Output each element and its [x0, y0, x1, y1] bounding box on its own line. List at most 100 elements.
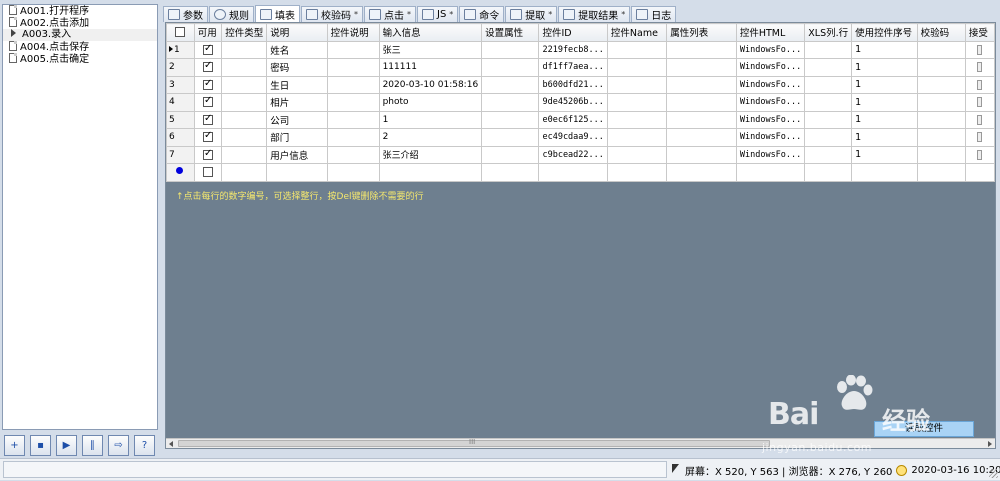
empty-cell[interactable]	[735, 163, 806, 182]
cell-seq[interactable]: 1	[851, 40, 918, 59]
read-controls-button[interactable]: 读取控件	[874, 421, 974, 437]
row-number[interactable]: 2	[166, 58, 195, 77]
cell-html[interactable]: WindowsFo...	[735, 128, 806, 147]
cell-input[interactable]: 111111	[378, 58, 483, 77]
cell-id[interactable]: b600dfd21...	[538, 75, 608, 94]
table-row[interactable]: 7 用户信息 张三介绍 c9bcead22... WindowsFo... 1	[166, 145, 995, 164]
cell-xls[interactable]	[804, 110, 853, 129]
cell-name[interactable]	[606, 40, 668, 59]
empty-cell[interactable]	[804, 163, 853, 182]
cell-name[interactable]	[606, 128, 668, 147]
row-number[interactable]: 6	[166, 128, 195, 147]
cell-code[interactable]	[916, 75, 966, 94]
cell-attr[interactable]	[481, 75, 540, 94]
cell-props[interactable]	[666, 110, 737, 129]
tab-check[interactable]: 校验码 *	[301, 6, 363, 22]
cell-name[interactable]	[606, 110, 668, 129]
tab-gear[interactable]: 规则	[209, 6, 254, 22]
cell-attr[interactable]	[481, 110, 540, 129]
tab-result[interactable]: 提取结果 *	[558, 6, 631, 22]
cell-html[interactable]: WindowsFo...	[735, 40, 806, 59]
enabled-cell[interactable]	[193, 75, 223, 94]
column-header[interactable]: 接受	[964, 23, 995, 42]
cell-input[interactable]: 张三介绍	[378, 145, 483, 164]
tree-item[interactable]: A002.点击添加	[3, 17, 157, 29]
tab-arrows[interactable]: 参数	[163, 6, 208, 22]
empty-cell[interactable]	[378, 163, 483, 182]
column-header[interactable]: 控件HTML	[735, 23, 806, 42]
cell-ctrl_desc[interactable]	[326, 93, 380, 112]
cell-id[interactable]: 9de45206b...	[538, 93, 608, 112]
cell-desc[interactable]: 密码	[266, 58, 328, 77]
tab-extract[interactable]: 提取 *	[505, 6, 558, 22]
cell-input[interactable]: 2020-03-10 01:58:16	[378, 75, 483, 94]
enabled-checkbox[interactable]	[203, 95, 214, 108]
select-all-cell[interactable]	[166, 23, 195, 42]
cell-code[interactable]	[916, 110, 966, 129]
empty-cell[interactable]	[851, 163, 918, 182]
cell-xls[interactable]	[804, 128, 853, 147]
enabled-cell[interactable]	[193, 128, 223, 147]
accept-button[interactable]	[977, 62, 983, 73]
cell-ctrl_desc[interactable]	[326, 145, 380, 164]
cell-desc[interactable]: 用户信息	[266, 145, 328, 164]
script-tree[interactable]: A001.打开程序 A002.点击添加 A003.录入 A004.点击保存 A005.点…	[2, 4, 158, 430]
row-number[interactable]: 5	[166, 110, 195, 129]
cell-id[interactable]: c9bcead22...	[538, 145, 608, 164]
cell-id[interactable]: df1ff7aea...	[538, 58, 608, 77]
row-number[interactable]: 3	[166, 75, 195, 94]
cell-type[interactable]	[221, 75, 268, 94]
cell-desc[interactable]: 相片	[266, 93, 328, 112]
tab-command[interactable]: 命令	[459, 6, 505, 22]
help-button[interactable]: ?	[134, 434, 155, 456]
cell-code[interactable]	[916, 40, 966, 59]
table-row[interactable]: 4 相片 photo 9de45206b... WindowsFo... 1	[166, 93, 995, 112]
accept-button[interactable]	[977, 114, 983, 125]
enabled-checkbox[interactable]	[203, 130, 214, 143]
cell-desc[interactable]: 姓名	[266, 40, 328, 59]
cell-html[interactable]: WindowsFo...	[735, 58, 806, 77]
table-row[interactable]: 5 公司 1 e0ec6f125... WindowsFo... 1	[166, 110, 995, 129]
scroll-thumb[interactable]: III	[178, 438, 770, 447]
cell-desc[interactable]: 公司	[266, 110, 328, 129]
cell-ctrl_desc[interactable]	[326, 128, 380, 147]
new-row[interactable]	[166, 163, 995, 182]
column-header[interactable]: 控件说明	[326, 23, 380, 42]
row-number[interactable]: 1	[166, 40, 195, 59]
cell-type[interactable]	[221, 110, 268, 129]
tree-item[interactable]: A003.录入	[3, 29, 157, 41]
column-header[interactable]: 说明	[266, 23, 328, 42]
tab-log[interactable]: 日志	[631, 6, 677, 22]
column-header[interactable]: 属性列表	[666, 23, 737, 42]
cell-html[interactable]: WindowsFo...	[735, 75, 806, 94]
cell-type[interactable]	[221, 145, 268, 164]
accept-cell[interactable]	[964, 145, 995, 164]
cell-name[interactable]	[606, 58, 668, 77]
column-header[interactable]: 校验码	[916, 23, 966, 42]
tree-item[interactable]: A001.打开程序	[3, 5, 157, 17]
tree-item[interactable]: A004.点击保存	[3, 41, 157, 53]
enabled-checkbox[interactable]	[203, 78, 214, 90]
cell-props[interactable]	[666, 128, 737, 147]
empty-cell[interactable]	[538, 163, 608, 182]
pause-button[interactable]: ∥	[82, 434, 103, 456]
cell-type[interactable]	[221, 40, 268, 59]
table-row[interactable]: 2 密码 111111 df1ff7aea... WindowsFo... 1	[166, 58, 995, 77]
cell-xls[interactable]	[804, 145, 853, 164]
cell-xls[interactable]	[804, 75, 853, 94]
cell-html[interactable]: WindowsFo...	[735, 93, 806, 112]
empty-cell[interactable]	[666, 163, 737, 182]
add-button[interactable]: +	[4, 434, 25, 456]
save-button[interactable]: ▪	[30, 434, 51, 456]
cell-id[interactable]: 2219fecb8...	[538, 40, 608, 59]
cell-seq[interactable]: 1	[851, 93, 918, 112]
enabled-cell[interactable]	[193, 58, 223, 77]
cell-attr[interactable]	[481, 128, 540, 147]
cell-ctrl_desc[interactable]	[326, 58, 380, 77]
accept-cell[interactable]	[964, 40, 995, 59]
cell-ctrl_desc[interactable]	[326, 75, 380, 94]
cell-seq[interactable]: 1	[851, 128, 918, 147]
cell-html[interactable]: WindowsFo...	[735, 110, 806, 129]
column-header[interactable]: 使用控件序号	[851, 23, 918, 42]
cell-ctrl_desc[interactable]	[326, 40, 380, 59]
